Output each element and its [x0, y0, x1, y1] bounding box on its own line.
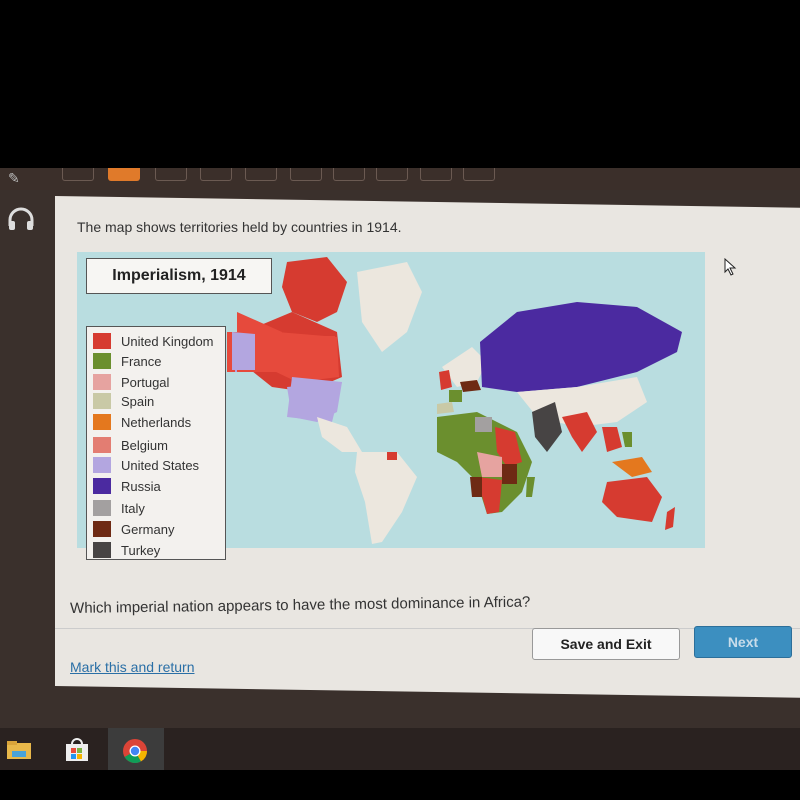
- question-prompt: The map shows territories held by countr…: [77, 219, 402, 235]
- legend-swatch: [93, 333, 111, 349]
- legend-label: United Kingdom: [121, 333, 214, 349]
- legend-label: Spain: [121, 393, 155, 409]
- question-nav-box[interactable]: [420, 168, 452, 181]
- question-nav-box[interactable]: [463, 168, 495, 181]
- legend-swatch: [93, 437, 111, 453]
- australia: [602, 477, 675, 530]
- pencil-icon[interactable]: ✎: [8, 170, 30, 186]
- next-button[interactable]: Next: [694, 626, 792, 658]
- legend-label: Portugal: [121, 374, 170, 390]
- legend-label: France: [121, 353, 162, 369]
- legend-swatch: [93, 414, 111, 430]
- microsoft-store-icon[interactable]: [64, 738, 90, 762]
- russia: [480, 302, 682, 392]
- legend-item: Spain: [93, 392, 154, 410]
- divider: [55, 628, 800, 629]
- legend-label: Italy: [121, 500, 145, 516]
- question-nav-box-current[interactable]: [108, 168, 140, 181]
- question-nav-box[interactable]: [62, 168, 94, 181]
- legend-swatch: [93, 393, 111, 409]
- question-nav-box[interactable]: [290, 168, 322, 181]
- legend-item: Italy: [93, 499, 145, 517]
- question-nav-box[interactable]: [376, 168, 408, 181]
- africa: [437, 412, 535, 514]
- legend-item: France: [93, 352, 161, 370]
- legend-label: Belgium: [121, 437, 168, 453]
- legend-swatch: [93, 500, 111, 516]
- legend-swatch: [93, 353, 111, 369]
- legend-label: United States: [121, 457, 200, 473]
- legend-item: Russia: [93, 477, 161, 495]
- legend-swatch: [93, 478, 111, 494]
- question-nav-box[interactable]: [200, 168, 232, 181]
- headphones-icon[interactable]: [6, 206, 36, 232]
- asia: [517, 377, 652, 477]
- file-explorer-icon[interactable]: [6, 738, 32, 762]
- legend-swatch: [93, 457, 111, 473]
- question-nav-box[interactable]: [245, 168, 277, 181]
- legend-swatch: [93, 374, 111, 390]
- chrome-icon[interactable]: [122, 738, 148, 764]
- legend-item: Germany: [93, 520, 174, 538]
- legend-swatch: [93, 542, 111, 558]
- south-america: [355, 452, 417, 544]
- legend-swatch: [93, 521, 111, 537]
- map-title: Imperialism, 1914: [86, 258, 272, 294]
- legend-label: Turkey: [121, 542, 161, 558]
- legend-label: Germany: [121, 521, 175, 537]
- legend-item: Turkey: [93, 541, 160, 559]
- question-nav-box[interactable]: [333, 168, 365, 181]
- legend-item: United Kingdom: [93, 332, 214, 350]
- legend-item: United States: [93, 456, 199, 474]
- legend-label: Russia: [121, 478, 161, 494]
- europe: [437, 347, 487, 414]
- legend-label: Netherlands: [121, 414, 192, 430]
- legend-item: Portugal: [93, 373, 169, 391]
- mouse-cursor-icon: [724, 257, 738, 281]
- question-nav-box[interactable]: [155, 168, 187, 181]
- legend-item: Belgium: [93, 436, 168, 454]
- save-and-exit-button[interactable]: Save and Exit: [532, 628, 680, 660]
- legend-item: Netherlands: [93, 413, 191, 431]
- map-legend: United Kingdom France Portugal Spain Net…: [86, 326, 226, 560]
- mark-and-return-link[interactable]: Mark this and return: [70, 659, 195, 675]
- left-rail: [0, 190, 55, 690]
